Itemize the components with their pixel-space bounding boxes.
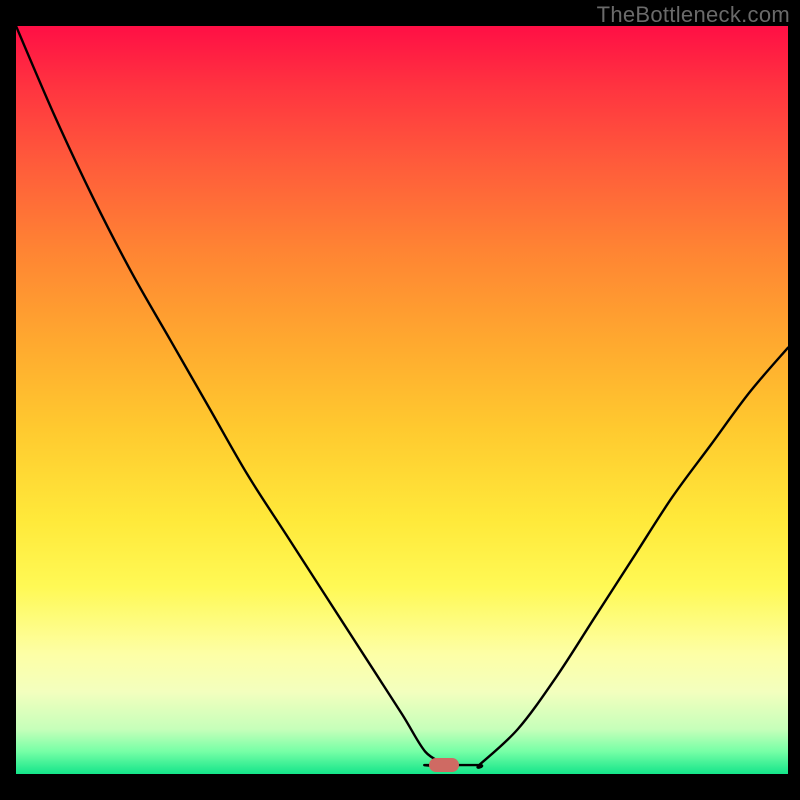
bottleneck-curve bbox=[16, 26, 788, 774]
watermark-text: TheBottleneck.com bbox=[597, 2, 790, 28]
optimal-point-marker bbox=[429, 758, 459, 772]
curve-path bbox=[16, 26, 788, 768]
chart-stage: TheBottleneck.com bbox=[0, 0, 800, 800]
